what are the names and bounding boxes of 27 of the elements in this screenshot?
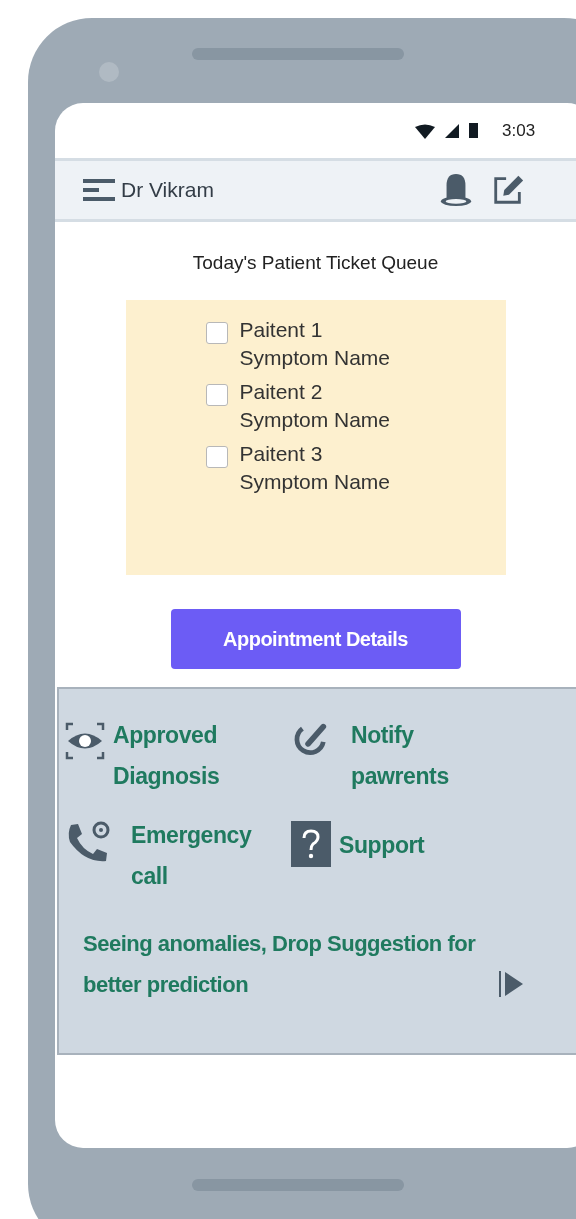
symptom-name: Symptom Name <box>239 346 391 370</box>
status-time: 3:03 <box>502 120 536 141</box>
help-icon[interactable] <box>291 821 331 867</box>
checkbox[interactable] <box>205 322 228 344</box>
action-label[interactable]: Emergency call <box>131 815 281 897</box>
action-label[interactable]: Support <box>339 825 425 866</box>
patient-name: Paitent 3 <box>239 442 324 466</box>
symptom-name: Symptom Name <box>239 408 391 432</box>
bell-icon[interactable] <box>439 172 473 208</box>
doctor-name: Dr Vikram <box>121 178 214 202</box>
checkbox[interactable] <box>205 384 228 406</box>
play-icon[interactable] <box>499 969 525 999</box>
edit-icon[interactable] <box>491 173 525 207</box>
queue-title: Today's Patient Ticket Queue <box>192 252 439 274</box>
symptom-name: Symptom Name <box>239 470 391 494</box>
suggestion-text: Seeing anomalies, Drop Suggestion for better prediction <box>83 930 477 999</box>
action-label[interactable]: Notify pawrents <box>351 715 481 797</box>
battery-icon <box>469 123 478 138</box>
eye-scan-icon[interactable] <box>65 721 105 761</box>
patient-name: Paitent 1 <box>239 318 324 342</box>
action-label[interactable]: Approved Diagnosis <box>113 715 253 797</box>
patient-name: Paitent 2 <box>239 380 324 404</box>
signal-icon <box>445 123 459 138</box>
menu-icon[interactable] <box>83 177 117 203</box>
appointment-details-button[interactable]: Appointment Details <box>170 609 461 669</box>
checkbox[interactable] <box>205 446 228 468</box>
wifi-icon <box>415 122 435 139</box>
